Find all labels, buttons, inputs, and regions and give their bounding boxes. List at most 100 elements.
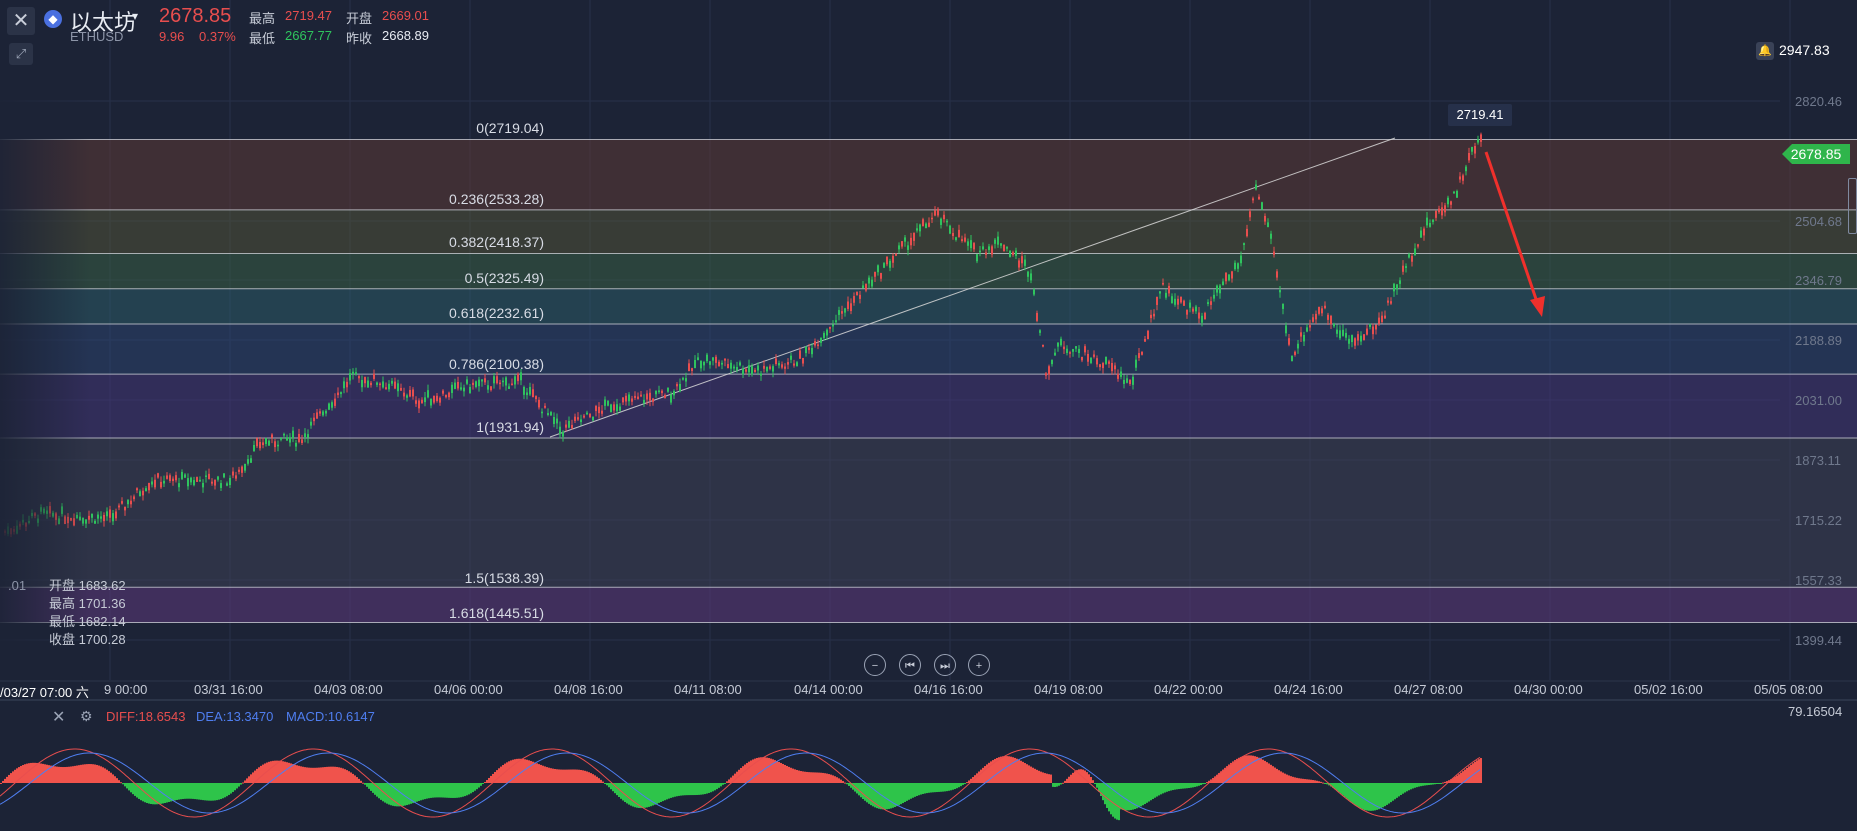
candle-body [310, 421, 312, 426]
macd-bar [760, 757, 762, 783]
candle-body [889, 260, 891, 268]
scroll-start-button[interactable]: ⏮ [899, 654, 921, 676]
candle-body [142, 490, 144, 496]
candle-body [361, 379, 363, 388]
candle-body [409, 389, 411, 397]
candle-body [1177, 298, 1179, 305]
macd-bar [930, 783, 932, 793]
candle-body [697, 357, 699, 361]
fibonacci-zones [0, 138, 1857, 624]
candle-body [160, 481, 162, 488]
candle-body [634, 395, 636, 398]
candle-body [1198, 312, 1200, 319]
macd-bar [126, 783, 128, 789]
candle-body [1393, 283, 1395, 292]
candle-body [1075, 346, 1077, 349]
macd-bar [982, 767, 984, 783]
candle-body [187, 478, 189, 487]
candle-body [1381, 315, 1383, 322]
macd-bar [1196, 783, 1198, 787]
price-chart[interactable] [0, 0, 1857, 831]
candle-body [1348, 338, 1350, 344]
macd-bar [1140, 783, 1142, 807]
candle-body [1072, 349, 1074, 352]
candle-body [832, 324, 834, 327]
candle-body [247, 459, 249, 464]
candle-body [1312, 317, 1314, 322]
candle-body [787, 362, 789, 365]
candle-body [922, 219, 924, 227]
candle-body [973, 243, 975, 250]
candle-body [1144, 338, 1146, 342]
close-chart-button[interactable]: ✕ [7, 7, 35, 35]
candle-body [1132, 376, 1134, 385]
zoom-out-button[interactable]: − [864, 654, 886, 676]
macd-bar [82, 764, 84, 783]
macd-bar [358, 778, 360, 783]
macd-bar [548, 767, 550, 783]
macd-bar [626, 783, 628, 804]
x-tick: 04/03 08:00 [314, 682, 383, 697]
macd-bar [592, 774, 594, 783]
macd-bar [214, 783, 216, 801]
macd-bar [370, 783, 372, 791]
candle-body [1417, 244, 1419, 247]
macd-bar [362, 782, 364, 784]
macd-bar [526, 759, 528, 783]
candle-body [430, 398, 432, 406]
candle-body [886, 256, 888, 265]
macd-bar [804, 771, 806, 783]
candle-body [1411, 255, 1413, 262]
chevron-down-icon[interactable]: ▾ [132, 9, 138, 23]
macd-bar [490, 775, 492, 783]
macd-bar [334, 766, 336, 783]
macd-bar [22, 765, 24, 783]
candle-body [211, 481, 213, 484]
macd-bar [722, 783, 724, 785]
macd-bar [432, 783, 434, 798]
candle-body [649, 392, 651, 401]
candle-body [274, 441, 276, 448]
drawing-tool-icon[interactable]: ⤢ [9, 43, 33, 65]
candle-body [685, 378, 687, 382]
candle-body [253, 444, 255, 452]
macd-bar [844, 782, 846, 784]
macd-bar [1324, 783, 1326, 784]
candle-body [205, 475, 207, 477]
macd-bar [818, 772, 820, 783]
macd-bar [1306, 779, 1308, 783]
candle-body [346, 381, 348, 388]
zoom-in-button[interactable]: + [968, 654, 990, 676]
candle-body [703, 361, 705, 366]
candle-body [862, 285, 864, 289]
crosshair-time: /03/27 07:00 六 [0, 685, 89, 700]
macd-bar [784, 764, 786, 783]
price-scale-handle[interactable] [1848, 178, 1857, 234]
bell-icon[interactable]: 🔔 [1756, 42, 1774, 60]
candle-body [133, 496, 135, 500]
candle-body [154, 479, 156, 488]
macd-bar [266, 762, 268, 783]
candle-body [667, 387, 669, 392]
macd-bar [916, 783, 918, 796]
macd-bar [488, 777, 490, 783]
macd-bar [246, 778, 248, 783]
macd-bar [582, 770, 584, 783]
candle-body [1174, 298, 1176, 305]
macd-bar [1198, 783, 1200, 786]
candle-body [757, 365, 759, 371]
gear-icon[interactable]: ⚙ [80, 708, 93, 725]
candle-body [721, 362, 723, 365]
candle-body [1168, 285, 1170, 294]
close-indicator-icon[interactable]: ✕ [52, 707, 65, 727]
candle-body [238, 469, 240, 472]
macd-bar [1148, 783, 1150, 802]
macd-bar [1396, 783, 1398, 798]
macd-bar [62, 767, 64, 783]
scroll-end-button[interactable]: ⏭ [934, 654, 956, 676]
candle-body [388, 383, 390, 390]
candle-body [1015, 250, 1017, 256]
macd-bar [1182, 783, 1184, 789]
macd-bar [196, 783, 198, 800]
macd-bar [1232, 761, 1234, 783]
